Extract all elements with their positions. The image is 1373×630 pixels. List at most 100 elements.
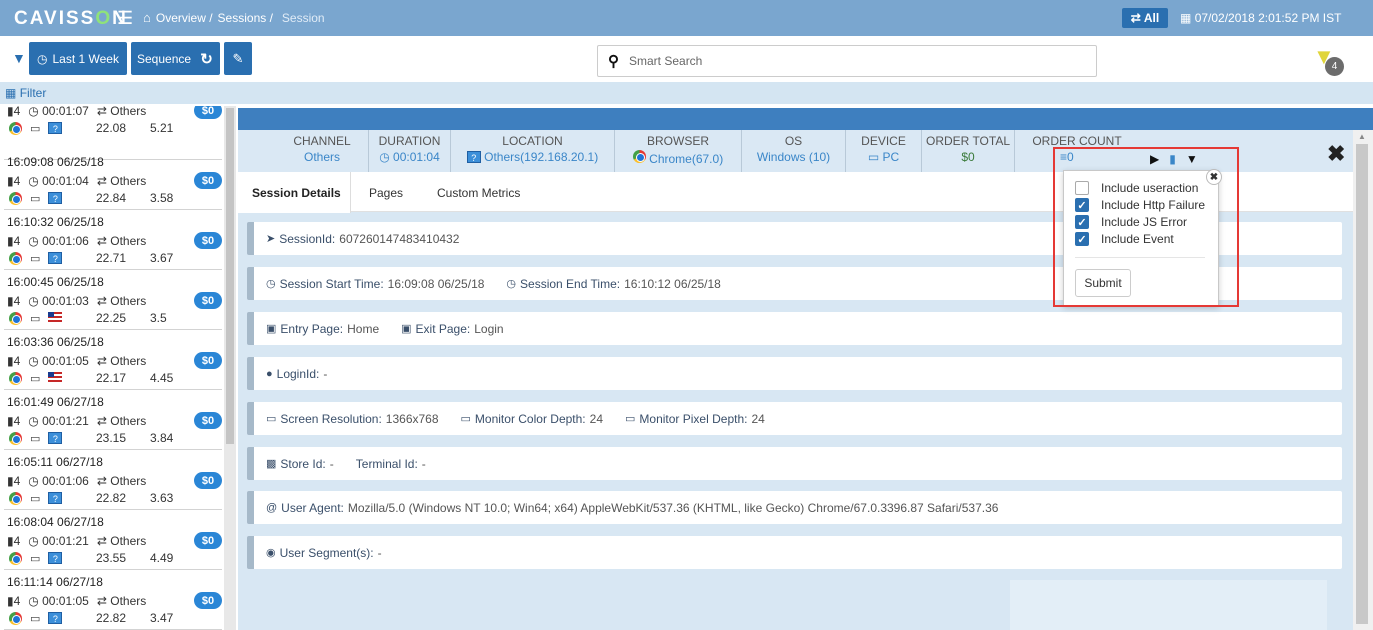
session-timestamp: 16:08:04 06/27/18	[7, 515, 104, 529]
top-bar: CAVISSON ☰ ⌂ Overview / Sessions / Sessi…	[0, 0, 1373, 36]
session-timestamp: 16:11:14 06/27/18	[7, 575, 103, 589]
filter-bar: ▦ Filter	[0, 82, 1373, 104]
chrome-icon	[632, 150, 646, 163]
session-list: ▮4 ◷ 00:01:07 ⇄ Others ▭? 22.08 5.21 $0 16:09:0…	[0, 106, 224, 630]
briefcase-icon: ▩	[266, 458, 277, 470]
tab-pages[interactable]: Pages	[369, 186, 403, 200]
highlight-box	[1053, 147, 1239, 307]
sequence-button[interactable]: Sequence	[131, 42, 198, 75]
swap-icon: ⇄	[96, 594, 107, 608]
page-icon: ▮	[7, 594, 14, 608]
summary-order-total: ORDER TOTAL $0	[922, 130, 1015, 172]
unknown-flag-icon: ?	[48, 432, 63, 444]
session-list-item[interactable]: 16:05:11 06/27/18 ▮4 ◷ 00:01:06 ⇄ Others ▭? 2…	[4, 450, 222, 510]
session-metric: 3.84	[150, 431, 174, 445]
session-list-item[interactable]: 16:08:04 06/27/18 ▮4 ◷ 00:01:21 ⇄ Others ▭? 2…	[4, 510, 222, 570]
summary-location: LOCATION? Others(192.168.20.1)	[451, 130, 615, 172]
session-list-item[interactable]: 16:01:49 06/27/18 ▮4 ◷ 00:01:21 ⇄ Others ▭? 2…	[4, 390, 222, 450]
at-icon: @	[266, 501, 278, 514]
reset-icon[interactable]: ↻	[193, 42, 220, 75]
monitor-icon: ▭	[30, 372, 41, 385]
filter-count-badge: 4	[1325, 57, 1344, 76]
session-metric: 23.15	[96, 431, 127, 445]
monitor-icon: ▭	[266, 413, 277, 425]
monitor-icon: ▭	[867, 150, 880, 164]
all-button[interactable]: ⇄ All	[1122, 8, 1168, 28]
summary-browser: BROWSER Chrome(67.0)	[615, 130, 742, 172]
session-list-item[interactable]: 16:03:36 06/25/18 ▮4 ◷ 00:01:05 ⇄ Others ▭ 22…	[4, 330, 222, 390]
session-metric: 3.5	[150, 311, 167, 325]
home-icon[interactable]: ⌂	[143, 10, 151, 25]
swap-icon: ⇄	[1130, 11, 1141, 25]
breadcrumb-overview[interactable]: Overview /	[156, 11, 213, 25]
clock-icon: ◷	[28, 534, 39, 548]
users-icon: ◉	[266, 547, 276, 559]
session-metric: 22.84	[96, 191, 127, 205]
close-icon[interactable]: ✖	[1327, 141, 1345, 167]
clock-icon: ◷	[28, 414, 39, 428]
detail-row-user-agent: @ User Agent: Mozilla/5.0 (Windows NT 10.0…	[247, 491, 1342, 524]
chrome-icon	[9, 491, 22, 505]
monitor-icon: ▭	[30, 192, 41, 205]
time-range-button[interactable]: ◷ Last 1 Week	[29, 42, 127, 75]
monitor-icon: ▭	[30, 252, 41, 265]
session-list-item[interactable]: 16:11:14 06/27/18 ▮4 ◷ 00:01:05 ⇄ Others ▭? 2…	[4, 570, 222, 630]
session-list-item[interactable]: 16:10:32 06/25/18 ▮4 ◷ 00:01:06 ⇄ Others ▭? 2…	[4, 210, 222, 270]
session-metric: 3.67	[150, 251, 174, 265]
breadcrumb-session: Session	[281, 10, 325, 25]
unknown-flag-icon: ?	[48, 252, 63, 264]
detail-row-pages: ▣ Entry Page: Home ▣ Exit Page: Login	[247, 312, 1342, 345]
session-list-scrollbar[interactable]	[224, 106, 236, 630]
order-amount-badge: $0	[194, 106, 222, 119]
smart-search[interactable]: ⚲	[597, 45, 1097, 77]
chrome-icon	[9, 611, 22, 625]
session-metric: 3.58	[150, 191, 174, 205]
session-metric: 22.82	[96, 491, 127, 505]
unknown-flag-icon: ?	[48, 552, 63, 564]
session-list-item[interactable]: 16:09:08 06/25/18 ▮4 ◷ 00:01:04 ⇄ Others ▭? 2…	[4, 150, 222, 210]
search-input[interactable]	[629, 54, 1069, 68]
tab-session-details[interactable]: Session Details	[252, 186, 341, 200]
session-metric: 22.25	[96, 311, 127, 325]
detail-header-bar	[238, 108, 1373, 130]
monitor-icon: ▭	[30, 612, 41, 625]
order-amount-badge: $0	[194, 472, 222, 489]
monitor-icon: ▭	[625, 413, 636, 425]
detail-row-store: ▩ Store Id: - Terminal Id: -	[247, 447, 1342, 480]
decorative-panel	[1010, 580, 1327, 630]
session-timestamp: 16:00:45 06/25/18	[7, 275, 104, 289]
edit-icon[interactable]: ✎	[224, 42, 252, 75]
session-metric: 5.21	[150, 121, 174, 135]
applied-filters[interactable]: ▼ 4	[1313, 44, 1345, 76]
app-logo[interactable]: CAVISSON	[14, 8, 128, 30]
clock-icon: ◷	[506, 278, 517, 290]
summary-channel: CHANNEL Others	[276, 130, 369, 172]
session-list-item[interactable]: 16:00:45 06/25/18 ▮4 ◷ 00:01:03 ⇄ Others ▭ 22…	[4, 270, 222, 330]
filter-icon[interactable]: ▼	[12, 50, 26, 66]
session-timestamp: 16:01:49 06/27/18	[7, 395, 104, 409]
detail-scrollbar[interactable]: ▲	[1353, 130, 1373, 630]
swap-icon: ⇄	[96, 414, 107, 428]
session-metric: 4.45	[150, 371, 174, 385]
session-metric: 22.82	[96, 611, 127, 625]
tab-custom-metrics[interactable]: Custom Metrics	[437, 186, 520, 200]
filter-toggle[interactable]: ▦ Filter	[5, 86, 46, 100]
clock-icon: ◷	[28, 234, 39, 248]
order-amount-badge: $0	[194, 292, 222, 309]
session-metric: 22.71	[96, 251, 127, 265]
chrome-icon	[9, 551, 22, 565]
clock-icon: ◷	[28, 474, 39, 488]
breadcrumb-sessions[interactable]: Sessions /	[218, 11, 273, 25]
clock-icon: ◷	[266, 278, 276, 290]
page-icon: ▮	[7, 414, 14, 428]
menu-icon[interactable]: ☰	[117, 8, 133, 29]
unknown-flag-icon: ?	[48, 192, 63, 204]
session-metric: 4.49	[150, 551, 174, 565]
clock-icon: ◷	[37, 51, 48, 66]
order-amount-badge: $0	[194, 592, 222, 609]
breadcrumb: ⌂ Overview / Sessions / Session	[143, 10, 325, 25]
session-metric: 3.47	[150, 611, 174, 625]
unknown-flag-icon: ?	[48, 122, 63, 134]
cursor-icon: ➤	[266, 233, 276, 245]
summary-device: DEVICE ▭ PC	[846, 130, 922, 172]
